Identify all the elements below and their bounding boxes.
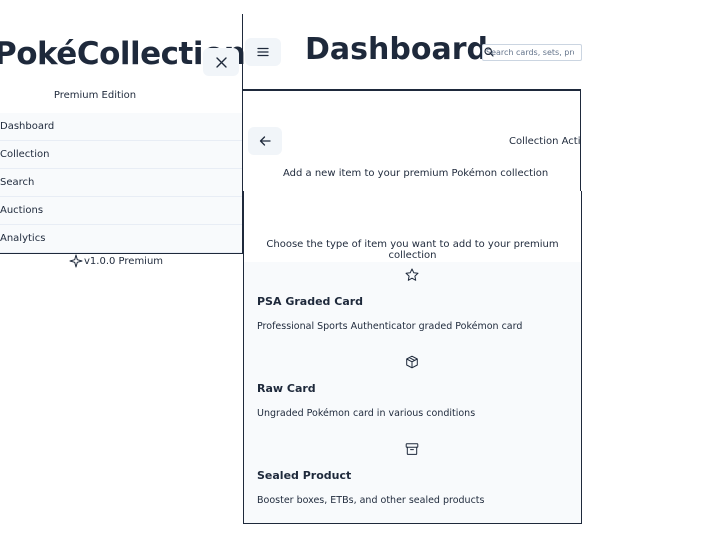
sidebar-item-collection[interactable]: Collection <box>0 141 242 169</box>
option-title: PSA Graded Card <box>257 295 364 308</box>
menu-icon <box>257 47 269 57</box>
item-type-chooser: Choose the type of item you want to add … <box>243 191 582 524</box>
sidebar-item-search[interactable]: Search <box>0 169 242 197</box>
star-icon <box>405 268 419 281</box>
sparkle-icon <box>69 254 83 268</box>
sidebar-item-dashboard[interactable]: Dashboard <box>0 113 242 141</box>
sidebar-nav: Dashboard Collection Search Auctions Ana… <box>0 113 242 253</box>
version-label: v1.0.0 Premium <box>84 255 164 267</box>
option-title: Raw Card <box>257 382 316 395</box>
close-icon <box>215 56 227 68</box>
search-input[interactable] <box>483 48 574 57</box>
search-field[interactable] <box>482 44 582 61</box>
menu-button[interactable] <box>245 38 281 66</box>
status-label: Collection Active <box>509 136 581 147</box>
sidebar-item-label: Dashboard <box>0 121 55 132</box>
back-button[interactable] <box>248 127 282 155</box>
option-title: Sealed Product <box>257 469 352 482</box>
brand-subtitle: Premium Edition <box>53 90 137 101</box>
page-title: Dashboard <box>305 32 488 67</box>
app-root: PokéCollection Premium Edition Dashboard… <box>0 0 727 557</box>
chooser-prompt: Choose the type of item you want to add … <box>266 239 559 261</box>
option-sealed-product[interactable]: Sealed Product Booster boxes, ETBs, and … <box>244 436 581 523</box>
sidebar-item-label: Collection <box>0 149 50 160</box>
option-description: Booster boxes, ETBs, and other sealed pr… <box>257 495 485 506</box>
sidebar-item-label: Auctions <box>0 205 44 216</box>
sidebar-item-analytics[interactable]: Analytics <box>0 225 242 253</box>
sidebar-item-label: Analytics <box>0 233 46 244</box>
modal-description: Add a new item to your premium Pokémon c… <box>283 168 549 179</box>
arrow-left-icon <box>259 136 271 146</box>
version-info: v1.0.0 Premium <box>69 254 163 268</box>
sidebar: PokéCollection Premium Edition Dashboard… <box>0 14 246 254</box>
close-sidebar-button[interactable] <box>203 48 239 76</box>
sidebar-item-label: Search <box>0 177 35 188</box>
box-icon <box>406 355 418 369</box>
option-raw-card[interactable]: Raw Card Ungraded Pokémon card in variou… <box>244 349 581 436</box>
option-description: Ungraded Pokémon card in various conditi… <box>257 408 476 419</box>
option-psa-graded-card[interactable]: PSA Graded Card Professional Sports Auth… <box>244 262 581 349</box>
add-item-modal-header: Collection Active Add a new item to your… <box>243 89 581 193</box>
chooser-header: Choose the type of item you want to add … <box>244 191 581 262</box>
archive-icon <box>405 443 419 455</box>
sidebar-item-auctions[interactable]: Auctions <box>0 197 242 225</box>
option-description: Professional Sports Authenticator graded… <box>257 321 523 332</box>
search-icon <box>484 47 494 57</box>
